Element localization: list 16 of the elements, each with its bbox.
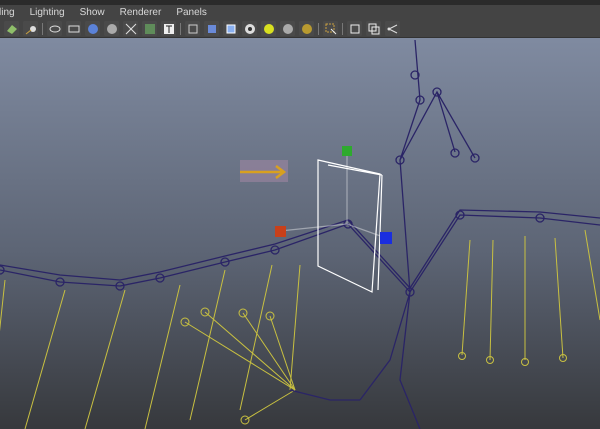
joint-icon[interactable]: [385, 21, 400, 36]
sphere-icon[interactable]: [299, 21, 314, 36]
wand-icon[interactable]: [23, 21, 38, 36]
flat-sphere-icon[interactable]: [104, 21, 119, 36]
wireframe-icon[interactable]: [47, 21, 62, 36]
menu-item[interactable]: Renderer: [120, 8, 162, 18]
sphere-icon[interactable]: [280, 21, 295, 36]
cursor-icon[interactable]: [323, 21, 338, 36]
menu-item[interactable]: Panels: [176, 8, 207, 18]
menu-item[interactable]: Show: [80, 8, 105, 18]
text-icon[interactable]: [161, 21, 176, 36]
layers-icon[interactable]: [366, 21, 381, 36]
manipulator-drawing[interactable]: [275, 146, 392, 293]
menu-item[interactable]: Lighting: [30, 8, 65, 18]
menu-item[interactable]: ling: [0, 8, 15, 18]
glowing-sphere-icon[interactable]: [261, 21, 276, 36]
